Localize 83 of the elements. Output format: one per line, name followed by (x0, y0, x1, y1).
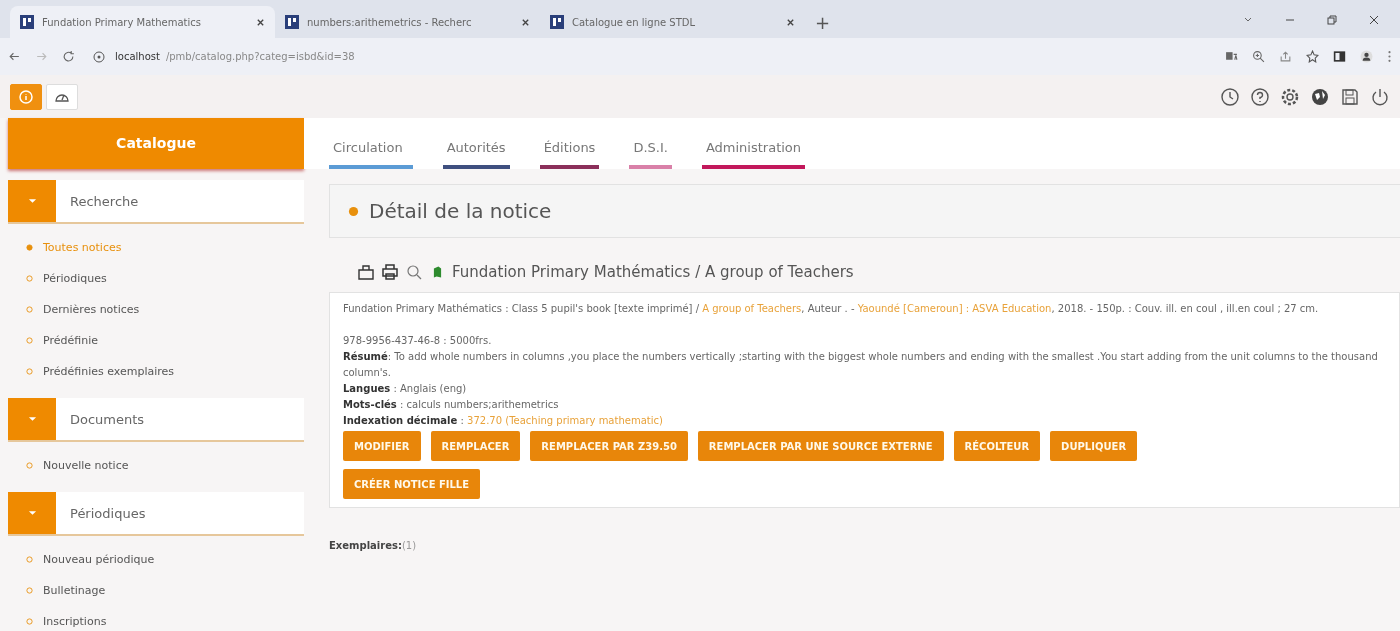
browser-tab[interactable]: numbers:arithemetrics - Recherc (275, 6, 540, 38)
translate-icon[interactable] (1225, 50, 1238, 63)
bullet-icon (26, 306, 33, 313)
browser-tab[interactable]: Fundation Primary Mathematics (10, 6, 275, 38)
caret-icon (27, 416, 37, 422)
nav-tab[interactable]: Éditions (539, 140, 600, 169)
action-button[interactable]: DUPLIQUER (1050, 431, 1138, 461)
section-header[interactable]: Documents (8, 398, 304, 442)
basket-icon[interactable] (357, 263, 375, 281)
nav-tab[interactable]: D.S.I. (629, 140, 672, 169)
action-button[interactable]: CRÉER NOTICE FILLE (343, 469, 481, 499)
star-icon[interactable] (1306, 50, 1319, 63)
close-icon[interactable] (256, 17, 265, 27)
sidebar-item[interactable]: Prédéfinie (26, 325, 304, 356)
bullet-icon (26, 244, 33, 251)
sidebar-item[interactable]: Prédéfinies exemplaires (26, 356, 304, 387)
nav-tab[interactable]: Administration (701, 140, 806, 169)
new-tab-button[interactable]: + (805, 6, 841, 38)
favicon-icon (285, 15, 299, 29)
favicon-icon (20, 15, 34, 29)
globe-icon[interactable] (1310, 86, 1330, 107)
favicon-icon (550, 15, 564, 29)
search-icon[interactable] (405, 263, 423, 281)
action-button[interactable]: RÉCOLTEUR (953, 431, 1041, 461)
tab-title: Catalogue en ligne STDL (572, 16, 697, 28)
profile-icon[interactable] (1360, 50, 1373, 63)
sidebar-item[interactable]: Bulletinage (26, 575, 304, 606)
section-header[interactable]: Périodiques (8, 492, 304, 536)
settings-icon[interactable] (1280, 86, 1300, 107)
bullet-icon (26, 337, 33, 344)
bullet-icon (26, 587, 33, 594)
sidebar-icon[interactable] (1333, 50, 1346, 63)
restore-icon[interactable] (1326, 14, 1338, 26)
close-icon[interactable] (1368, 14, 1380, 26)
close-icon[interactable] (521, 17, 530, 27)
copies-label: Exemplaires:(1) (329, 540, 418, 551)
bullet-icon (348, 205, 359, 217)
sidebar-item[interactable]: Inscriptions (26, 606, 304, 631)
record-title: Fundation Primary Mathématics / A group of Teachers (452, 263, 854, 281)
record-description: Fundation Primary Mathématics : Class 5 pupil's book [texte imprimé] / A group of Teachers, Auteur . - Yaoundé [Cameroun] : ASVA Education, 2018. - 150p. : Couv. ill. en coul , ill.en coul ; 27 cm. (343, 302, 1320, 316)
save-icon[interactable] (1340, 86, 1360, 107)
info-icon (93, 50, 105, 63)
dashboard-button[interactable] (46, 83, 78, 110)
record-field: Indexation décimale : 372.70 (Teaching primary mathematic) (343, 413, 1386, 429)
nav-tab[interactable]: Autorités (442, 140, 510, 169)
power-icon[interactable] (1370, 86, 1390, 107)
record-field: Langues : Anglais (eng) (343, 381, 1386, 397)
tab-title: Fundation Primary Mathematics (42, 16, 202, 28)
action-button[interactable]: REMPLACER (430, 431, 521, 461)
bullet-icon (26, 618, 33, 625)
print-icon[interactable] (381, 263, 399, 281)
bullet-icon (26, 462, 33, 469)
bullet-icon (26, 275, 33, 282)
sidebar-item[interactable]: Nouvelle notice (26, 450, 304, 481)
sidebar-item[interactable]: Nouveau périodique (26, 544, 304, 575)
reload-icon[interactable] (62, 50, 75, 63)
action-button[interactable]: MODIFIER (343, 431, 421, 461)
action-button[interactable]: REMPLACER PAR Z39.50 (530, 431, 688, 461)
info-icon (18, 88, 34, 105)
bullet-icon (26, 556, 33, 563)
caret-icon (27, 510, 37, 516)
sidebar-item[interactable]: Dernières notices (26, 294, 304, 325)
record-field: Résumé: To add whole numbers in columns ,you place the numbers vertically ;starting with the biggest whole numbers and ending with the smallest .You start adding from the unit columns to the thousand column's. (343, 349, 1386, 381)
section-header[interactable]: Recherche (8, 180, 304, 224)
record-field: Mots-clés : calculs numbers;arithemetrics (343, 397, 1386, 413)
panel-title: Détail de la notice (369, 199, 552, 223)
bullet-icon (26, 368, 33, 375)
share-icon[interactable] (1279, 50, 1292, 63)
zoom-icon[interactable] (1252, 50, 1265, 63)
sidebar-item[interactable]: Périodiques (26, 263, 304, 294)
isbn-price: 978-9956-437-46-8 : 5000frs. (343, 334, 493, 348)
nav-tab[interactable]: Circulation (329, 140, 413, 169)
help-icon[interactable] (1250, 86, 1270, 107)
action-button[interactable]: REMPLACER PAR UNE SOURCE EXTERNE (697, 431, 944, 461)
browser-tab[interactable]: Catalogue en ligne STDL (540, 6, 805, 38)
tab-title: numbers:arithemetrics - Recherc (307, 16, 473, 28)
back-icon[interactable] (8, 50, 21, 63)
book-icon (433, 266, 442, 278)
history-icon[interactable] (1220, 86, 1240, 107)
close-icon[interactable] (786, 17, 795, 27)
caret-icon (27, 198, 37, 204)
more-icon[interactable] (1387, 50, 1392, 63)
sidebar-title: Catalogue (8, 118, 304, 169)
